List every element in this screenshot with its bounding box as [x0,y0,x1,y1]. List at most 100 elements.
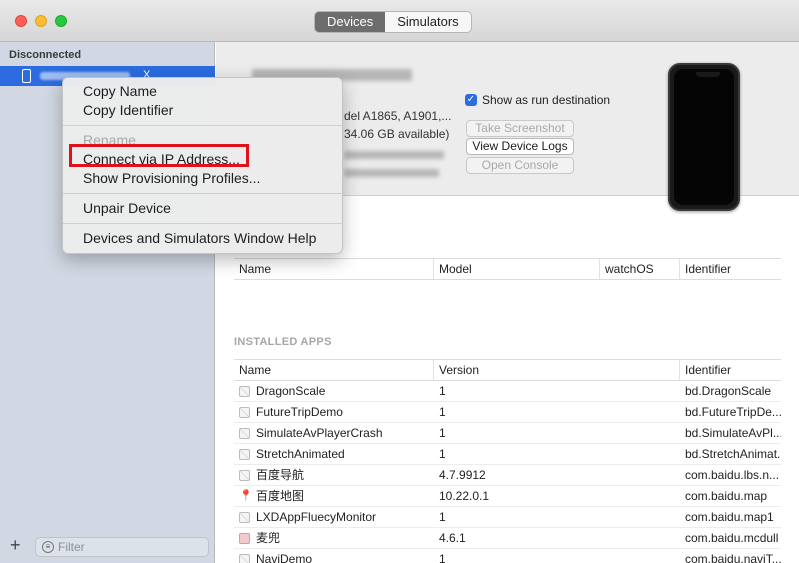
filter-placeholder: Filter [58,540,85,554]
placeholder-icon [239,448,250,460]
sidebar-section-disconnected: Disconnected [9,49,82,61]
app-identifier: com.baidu.mcdull [685,531,779,545]
zoom-window-button[interactable] [55,15,67,27]
app-name-cell: 麦兜 [234,528,434,548]
placeholder-icon [239,553,250,563]
installed-apps-heading: INSTALLED APPS [234,336,332,348]
app-name: LXDAppFluecyMonitor [256,510,377,524]
app-name: SimulateAvPlayerCrash [256,426,383,440]
show-as-run-destination-checkbox[interactable]: ✓ Show as run destination [465,93,610,107]
installed-apps-table: Name Version Identifier DragonScale 1 bd.D… [234,359,781,563]
apps-table-body: DragonScale 1 bd.DragonScale FutureTripDemo… [234,381,781,563]
iphone-image [668,63,740,211]
app-version: 1 [439,405,446,419]
app-name-cell: NaviDemo [234,549,434,563]
table-row[interactable]: DragonScale 1 bd.DragonScale [234,381,781,402]
app-version: 4.6.1 [439,531,466,545]
device-context-menu: Copy Name Copy Identifier Rename Connect… [62,77,343,254]
view-device-logs-button[interactable]: View Device Logs [466,138,574,155]
app-name: FutureTripDemo [256,405,343,419]
menu-separator [63,223,342,224]
column-header-name[interactable]: Name [234,259,434,279]
paired-table-header: Name Model watchOS Identifier [234,258,781,280]
map-pin-icon: 📍 [239,489,253,502]
column-header-version[interactable]: Version [434,360,680,380]
devices-simulators-segmented-control: Devices Simulators [314,11,472,33]
take-screenshot-button[interactable]: Take Screenshot [466,120,574,137]
menu-separator [63,125,342,126]
sidebar-footer: + ≡ Filter [0,532,215,563]
app-version: 10.22.0.1 [439,489,490,503]
filter-field[interactable]: ≡ Filter [35,537,209,557]
placeholder-icon [239,427,250,439]
app-name: DragonScale [256,384,326,398]
device-capacity-text: 34.06 GB available) [344,127,450,141]
table-row[interactable]: 📍 百度地图 10.22.0.1 com.baidu.map [234,486,781,507]
app-identifier: bd.StretchAnimat... [685,447,781,461]
device-model-text: del A1865, A1901,... [344,109,452,123]
app-name-cell: DragonScale [234,381,434,401]
window-titlebar: Devices Simulators [0,0,799,42]
table-row[interactable]: LXDAppFluecyMonitor 1 com.baidu.map1 [234,507,781,528]
tab-devices[interactable]: Devices [315,12,386,32]
column-header-model[interactable]: Model [434,259,600,279]
app-version: 1 [439,426,446,440]
mascot-icon [239,532,250,544]
placeholder-icon [239,406,250,418]
app-name-cell: SimulateAvPlayerCrash [234,423,434,443]
app-name: 百度导航 [256,468,305,482]
table-row[interactable]: 百度导航 4.7.9912 com.baidu.lbs.n... [234,465,781,486]
filter-icon: ≡ [42,541,54,553]
app-name: StretchAnimated [256,447,345,461]
column-header-watchos[interactable]: watchOS [600,259,680,279]
menu-item-copy-identifier[interactable]: Copy Identifier [63,101,342,120]
menu-item-window-help[interactable]: Devices and Simulators Window Help [63,229,342,248]
app-version: 4.7.9912 [439,468,486,482]
app-identifier: com.baidu.map [685,489,768,503]
app-name: 麦兜 [256,531,281,545]
menu-item-unpair-device[interactable]: Unpair Device [63,199,342,218]
menu-item-rename: Rename [83,132,136,148]
app-identifier: bd.FutureTripDe... [685,405,781,419]
app-identifier: bd.DragonScale [685,384,772,398]
app-identifier: bd.SimulateAvPl... [685,426,781,440]
table-row[interactable]: NaviDemo 1 com.baidu.naviT... [234,549,781,563]
open-console-button[interactable]: Open Console [466,157,574,174]
table-row[interactable]: StretchAnimated 1 bd.StretchAnimat... [234,444,781,465]
menu-item-show-provisioning-profiles[interactable]: Show Provisioning Profiles... [63,169,342,188]
table-row[interactable]: 麦兜 4.6.1 com.baidu.mcdull [234,528,781,549]
tab-simulators[interactable]: Simulators [385,12,470,32]
column-header-identifier[interactable]: Identifier [680,259,781,279]
table-row[interactable]: FutureTripDemo 1 bd.FutureTripDe... [234,402,781,423]
menu-item-connect-via-ip[interactable]: Connect via IP Address... [63,150,342,169]
column-header-app-identifier[interactable]: Identifier [680,360,781,380]
iphone-icon [22,69,31,83]
app-name: 百度地图 [256,489,305,503]
checkmark-icon: ✓ [465,94,477,106]
table-row[interactable]: SimulateAvPlayerCrash 1 bd.SimulateAvPl... [234,423,781,444]
minimize-window-button[interactable] [35,15,47,27]
placeholder-icon [239,511,250,523]
menu-item-copy-name[interactable]: Copy Name [63,82,342,101]
app-identifier: com.baidu.naviT... [685,552,781,563]
show-as-run-destination-label: Show as run destination [482,93,611,107]
redacted-device-detail-2 [344,169,439,177]
app-name-cell: 百度导航 [234,465,434,485]
column-header-app-name[interactable]: Name [234,360,434,380]
app-version: 1 [439,552,446,563]
app-name-cell: 📍 百度地图 [234,486,434,506]
app-version: 1 [439,384,446,398]
close-window-button[interactable] [15,15,27,27]
app-name-cell: StretchAnimated [234,444,434,464]
paired-watches-table: Name Model watchOS Identifier [234,258,781,280]
app-version: 1 [439,447,446,461]
add-device-button[interactable]: + [10,535,21,556]
apps-table-header: Name Version Identifier [234,359,781,381]
app-name-cell: LXDAppFluecyMonitor [234,507,434,527]
app-name-cell: FutureTripDemo [234,402,434,422]
app-name: NaviDemo [256,552,313,563]
app-identifier: com.baidu.lbs.n... [685,468,780,482]
placeholder-icon [239,469,250,481]
iphone-notch [696,72,720,77]
app-version: 1 [439,510,446,524]
